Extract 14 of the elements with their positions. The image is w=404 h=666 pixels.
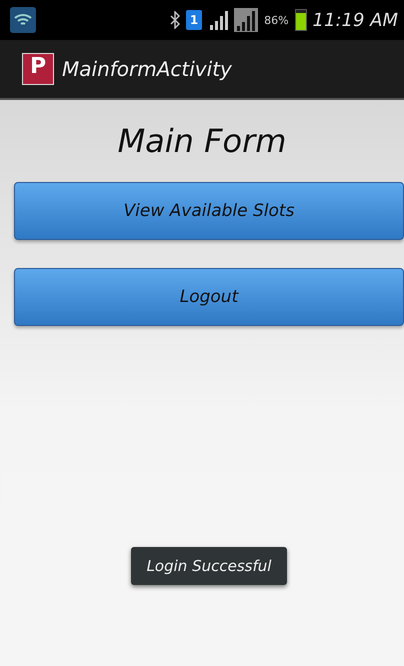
battery-percent: 86%	[264, 14, 289, 26]
sim-icon: 1	[186, 10, 202, 30]
toast-message: Login Successful	[131, 547, 287, 585]
app-logo: P	[22, 53, 54, 85]
app-title: MainformActivity	[62, 57, 232, 81]
signal-icon	[234, 8, 258, 32]
wifi-icon	[10, 7, 36, 33]
page-heading: Main Form	[118, 122, 286, 160]
action-button[interactable]: Logout	[14, 268, 404, 326]
clock: 11:19 AM	[312, 10, 398, 30]
signal-icon	[208, 10, 228, 30]
action-button[interactable]: View Available Slots	[14, 182, 404, 240]
battery-icon	[294, 9, 307, 31]
bluetooth-icon	[170, 11, 180, 29]
